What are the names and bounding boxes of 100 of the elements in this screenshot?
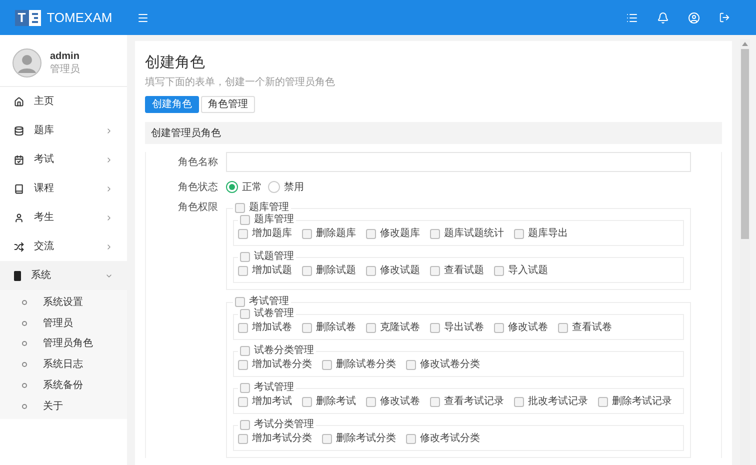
checkbox[interactable]: [406, 360, 416, 370]
checkbox[interactable]: [514, 229, 524, 239]
checkbox[interactable]: [406, 434, 416, 444]
checkbox[interactable]: [238, 397, 248, 407]
checkbox-label: 题库管理: [249, 202, 289, 214]
checkbox-label: 考试分类管理: [254, 419, 314, 431]
checkbox[interactable]: [240, 383, 250, 393]
checkbox[interactable]: [366, 397, 376, 407]
checkbox[interactable]: [302, 323, 312, 333]
checkbox[interactable]: [240, 309, 250, 319]
sidebar-subitem[interactable]: 管理员: [0, 312, 127, 334]
checkbox-label: 增加考试: [252, 396, 292, 408]
logo-letter: T: [14, 10, 29, 26]
checkbox[interactable]: [240, 420, 250, 430]
checkbox-label: 题库导出: [528, 228, 568, 240]
sidebar-item[interactable]: 题库: [0, 116, 127, 145]
checkbox-label: 克隆试卷: [380, 322, 420, 334]
checkbox[interactable]: [240, 252, 250, 262]
checkbox[interactable]: [322, 360, 332, 370]
checkbox[interactable]: [302, 397, 312, 407]
sidebar-subitem[interactable]: 系统日志: [0, 354, 127, 376]
checkbox-label: 删除考试: [316, 396, 356, 408]
checkbox-label: 增加试卷: [252, 322, 292, 334]
radio-label: 正常: [242, 180, 262, 194]
sidebar-item[interactable]: 考试: [0, 145, 127, 174]
radio-button[interactable]: [268, 181, 280, 193]
checkbox-label: 查看试卷: [572, 322, 612, 334]
checkbox-label: 试卷分类管理: [254, 345, 314, 357]
checkbox[interactable]: [558, 323, 568, 333]
checkbox[interactable]: [238, 434, 248, 444]
checkbox[interactable]: [366, 266, 376, 276]
database-icon: [14, 126, 24, 136]
checkbox[interactable]: [238, 229, 248, 239]
scrollbar-thumb[interactable]: [741, 49, 749, 239]
section-header: 创建管理员角色: [145, 122, 722, 144]
checkbox-label: 删除考试分类: [336, 433, 396, 445]
scroll-up-arrow-icon[interactable]: [742, 41, 748, 47]
checkbox[interactable]: [235, 203, 245, 213]
checkbox[interactable]: [366, 229, 376, 239]
checkbox[interactable]: [240, 346, 250, 356]
sidebar-subitem[interactable]: 关于: [0, 396, 127, 417]
checkbox[interactable]: [302, 229, 312, 239]
logo-icon: [28, 10, 41, 26]
checkbox[interactable]: [598, 397, 608, 407]
checkbox-label: 题库试题统计: [444, 228, 504, 240]
brand-name: TOMEXAM: [46, 8, 112, 27]
checkbox[interactable]: [430, 229, 440, 239]
menu-icon[interactable]: [137, 12, 149, 24]
checkbox[interactable]: [430, 323, 440, 333]
checkbox-label: 增加试题: [252, 265, 292, 277]
circle-icon: [22, 341, 27, 346]
checkbox[interactable]: [430, 397, 440, 407]
checkbox-label: 试题管理: [254, 251, 294, 263]
role-name-field[interactable]: [226, 152, 691, 172]
checkbox[interactable]: [302, 266, 312, 276]
chevron-right-icon: [105, 242, 113, 250]
bell-icon[interactable]: [657, 12, 669, 24]
page-title: 创建角色: [145, 53, 206, 73]
chevron-right-icon: [105, 156, 113, 164]
sidebar-item[interactable]: 课程: [0, 174, 127, 203]
user-circle-icon[interactable]: [688, 12, 700, 24]
shuffle-icon: [14, 242, 24, 252]
radio-button[interactable]: [226, 181, 238, 193]
checkbox-label: 查看考试记录: [444, 396, 504, 408]
checkbox-label: 修改试卷: [508, 322, 548, 334]
logout-icon[interactable]: [719, 12, 730, 23]
checkbox[interactable]: [430, 266, 440, 276]
sidebar-item[interactable]: 主页: [0, 87, 127, 116]
tab[interactable]: 角色管理: [201, 96, 255, 113]
checkbox[interactable]: [238, 266, 248, 276]
circle-icon: [22, 362, 27, 368]
sidebar-item[interactable]: 交流: [0, 232, 127, 261]
checkbox-label: 增加考试分类: [252, 433, 312, 445]
field-label: 角色权限: [177, 202, 219, 215]
checkbox[interactable]: [238, 323, 248, 333]
avatar-icon: [12, 48, 42, 78]
user-name: admin: [50, 50, 80, 62]
sidebar-subitem[interactable]: 系统备份: [0, 375, 127, 396]
checkbox[interactable]: [494, 323, 504, 333]
checkbox[interactable]: [366, 323, 376, 333]
device-icon: [14, 270, 21, 280]
checkbox[interactable]: [235, 297, 245, 307]
checkbox[interactable]: [494, 266, 504, 276]
checkbox[interactable]: [240, 215, 250, 225]
checkbox-label: 增加试卷分类: [252, 359, 312, 371]
checkbox[interactable]: [322, 434, 332, 444]
checkbox-label: 删除试题: [316, 265, 356, 277]
tab[interactable]: 创建角色: [145, 96, 199, 113]
checkbox-label: 修改试题: [380, 265, 420, 277]
sidebar-item[interactable]: 系统: [0, 261, 127, 290]
circle-icon: [22, 383, 27, 388]
sidebar-item[interactable]: 考生: [0, 203, 127, 232]
circle-icon: [22, 404, 27, 409]
checkbox-label: 考试管理: [254, 382, 294, 394]
sidebar-subitem[interactable]: 系统设置: [0, 292, 127, 313]
checkbox[interactable]: [514, 397, 524, 407]
radio-label: 禁用: [284, 180, 304, 194]
user-icon: [14, 212, 24, 222]
sidebar-subitem[interactable]: 管理员角色: [0, 334, 127, 354]
checkbox[interactable]: [238, 360, 248, 370]
